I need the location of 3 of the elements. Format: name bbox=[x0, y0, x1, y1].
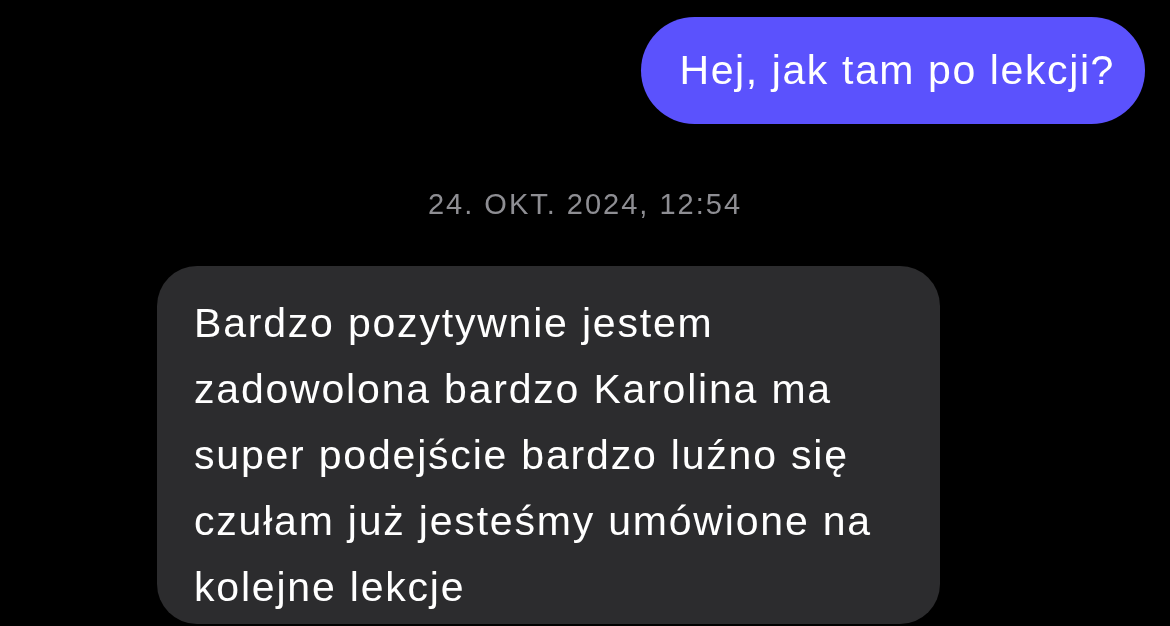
sent-message-bubble: Hej, jak tam po lekcji? bbox=[641, 17, 1145, 124]
received-message-bubble: Bardzo pozytywnie jestem zadowolona bardzo Karolina ma super podejście bardzo luźno się czułam już jesteśmy umówione na kolejne lekcje bbox=[157, 266, 940, 624]
timestamp: 24. OKT. 2024, 12:54 bbox=[426, 187, 744, 221]
